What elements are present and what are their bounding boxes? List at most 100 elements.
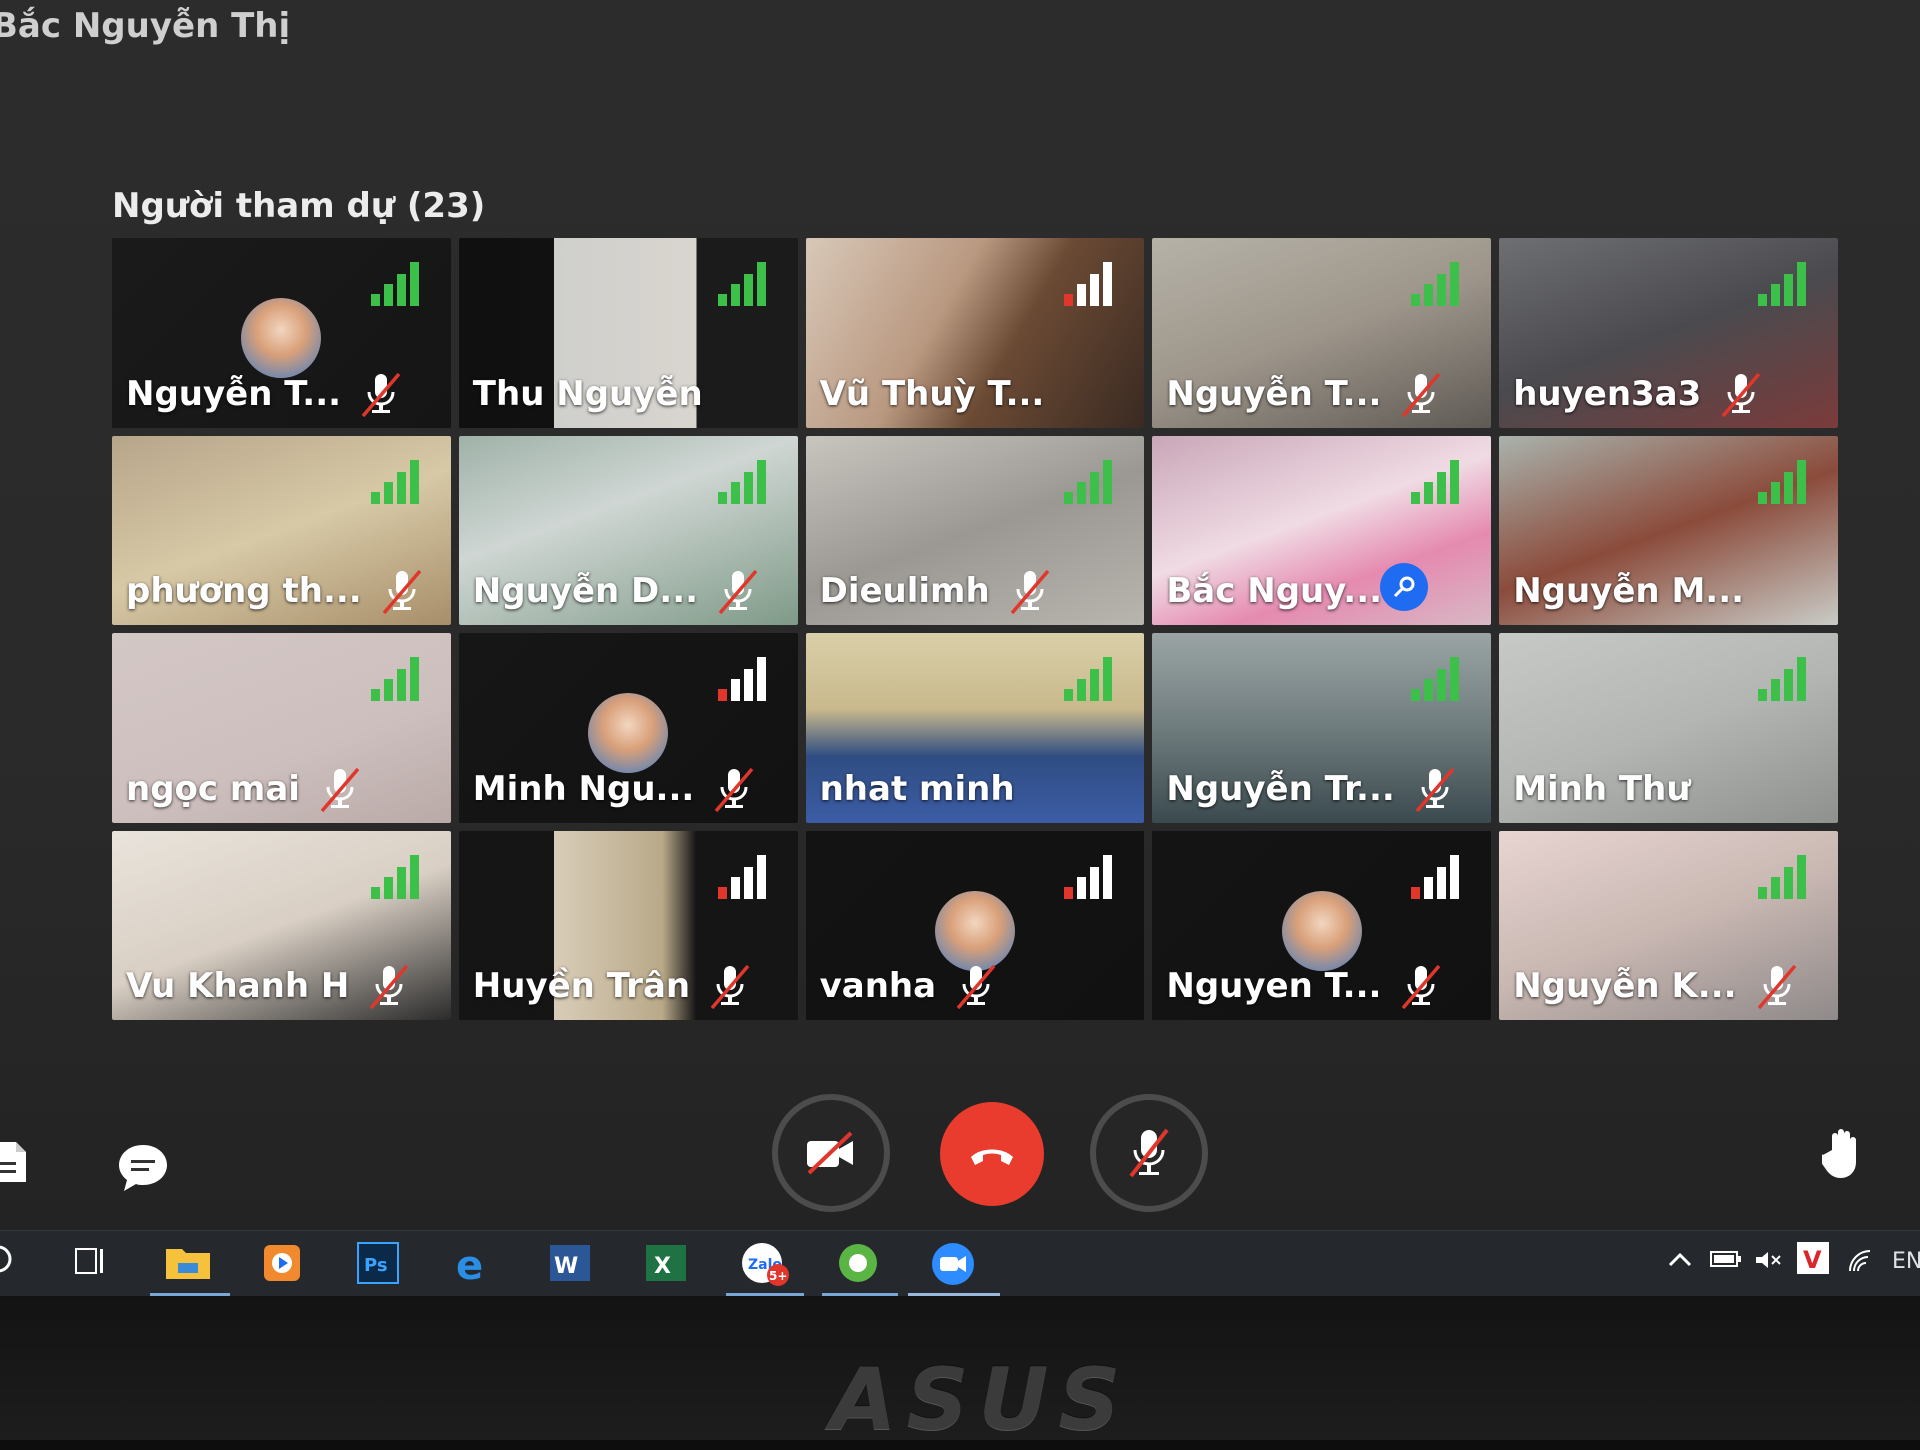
signal-strength-icon [1411, 657, 1460, 701]
zalo-badge: 5+ [769, 1269, 787, 1283]
raise-hand-icon[interactable] [1817, 1126, 1868, 1184]
media-player-icon[interactable] [260, 1241, 308, 1287]
window-title: Bắc Nguyễn Thị [0, 6, 291, 46]
participant-name: Thu Nguyễn [472, 373, 703, 414]
signal-strength-icon [370, 262, 419, 306]
search-icon[interactable] [0, 1241, 28, 1287]
coccoc-icon[interactable] [836, 1241, 884, 1287]
avatar [241, 298, 322, 378]
edge-icon[interactable]: e [452, 1241, 500, 1289]
participant-name: Minh Thư [1513, 768, 1691, 809]
participant-tile[interactable]: Nguyễn T... [1152, 238, 1492, 428]
avatar [588, 693, 669, 773]
participant-tile[interactable]: Nguyen T... [1152, 830, 1492, 1020]
participant-tile[interactable]: Vu Khanh H [112, 830, 451, 1020]
tray-chevron-icon[interactable] [1668, 1249, 1692, 1275]
signal-strength-icon [1757, 657, 1806, 701]
participant-name: vanha [819, 966, 937, 1006]
participant-tile[interactable]: Nguyễn K... [1499, 830, 1838, 1020]
signal-strength-icon [1064, 459, 1113, 504]
mic-off-icon [1129, 1128, 1169, 1178]
windows-taskbar: Ps e W X Zalo 5+ V EN [0, 1230, 1920, 1297]
participant-tile[interactable]: Vũ Thuỳ T... [805, 238, 1145, 428]
phone-hangup-icon [971, 1149, 1013, 1165]
participant-name: Nguyễn K... [1513, 966, 1737, 1006]
participant-name: Dieulimh [819, 571, 990, 611]
svg-text:V: V [1803, 1246, 1822, 1274]
participant-name: phương th... [126, 571, 362, 611]
signal-strength-icon [717, 657, 766, 701]
participant-tile[interactable]: Huyền Trân [458, 830, 798, 1020]
participant-name: nhat minh [819, 768, 1015, 809]
laptop-bezel: ASUS [0, 1296, 1920, 1450]
mic-muted-icon [382, 569, 422, 615]
photoshop-icon[interactable]: Ps [356, 1241, 404, 1287]
camera-toggle-button[interactable] [772, 1094, 890, 1212]
signal-strength-icon [370, 657, 419, 701]
signal-strength-icon [1064, 262, 1113, 306]
task-view-icon[interactable] [70, 1241, 118, 1287]
signal-strength-icon [1411, 854, 1460, 899]
signal-strength-icon [717, 459, 766, 504]
call-controls [0, 1090, 1920, 1220]
participant-tile[interactable]: Minh Ngu... [458, 633, 798, 823]
volume-muted-icon[interactable] [1754, 1249, 1782, 1277]
mic-muted-icon [320, 767, 360, 812]
signal-strength-icon [717, 262, 766, 306]
mic-muted-icon [1402, 964, 1441, 1010]
participant-tile[interactable]: Thu Nguyễn [458, 238, 798, 428]
participant-tile[interactable]: Bắc Nguy... [1152, 435, 1492, 625]
mic-muted-icon [714, 767, 754, 812]
word-icon[interactable]: W [548, 1241, 596, 1287]
wifi-icon[interactable] [1846, 1249, 1874, 1279]
svg-text:X: X [654, 1254, 671, 1279]
participant-tile[interactable]: phương th... [112, 435, 451, 625]
participant-tile[interactable]: Nguyễn T... [112, 238, 451, 428]
participant-tile[interactable]: ngọc mai [112, 633, 451, 823]
file-explorer-icon[interactable] [164, 1241, 212, 1287]
mic-muted-icon [1415, 767, 1455, 812]
battery-icon[interactable] [1710, 1249, 1742, 1275]
participant-tile[interactable]: huyen3a3 [1499, 238, 1838, 428]
participant-tile[interactable]: Minh Thư [1499, 633, 1838, 823]
participant-name: Minh Ngu... [472, 768, 695, 809]
participant-name: Vũ Thuỳ T... [819, 373, 1045, 414]
language-indicator[interactable]: EN [1892, 1249, 1920, 1274]
mic-muted-icon [370, 964, 409, 1010]
zoom-icon[interactable] [930, 1241, 978, 1287]
participant-tile[interactable]: Nguyễn Tr... [1152, 633, 1492, 823]
mic-toggle-button[interactable] [1090, 1094, 1208, 1212]
participant-tile[interactable]: nhat minh [805, 633, 1145, 823]
mic-muted-icon [1757, 964, 1796, 1010]
signal-strength-icon [717, 854, 766, 899]
unikey-icon[interactable]: V [1796, 1241, 1830, 1281]
participants-heading: Người tham dự (23) [112, 186, 486, 226]
camera-off-icon [807, 1131, 853, 1175]
end-call-button[interactable] [940, 1102, 1044, 1206]
mic-muted-icon [1721, 372, 1761, 417]
svg-text:Ps: Ps [364, 1255, 388, 1276]
zalo-icon[interactable]: Zalo 5+ [740, 1241, 789, 1287]
meeting-window: Bắc Nguyễn Thị Người tham dự (23) Nguyễn… [0, 0, 1920, 1230]
svg-text:e: e [456, 1243, 483, 1285]
chat-bubble-icon[interactable] [116, 1142, 170, 1198]
participant-name: Nguyễn M... [1513, 571, 1745, 611]
participant-tile[interactable]: Nguyễn D... [458, 435, 798, 625]
participant-grid: Nguyễn T... Thu Nguyễn Vũ Thuỳ T... Nguyễn … [112, 238, 1838, 1020]
participant-tile[interactable]: Nguyễn M... [1499, 435, 1838, 625]
avatar [934, 890, 1015, 971]
participant-tile[interactable]: vanha [805, 830, 1145, 1020]
svg-text:W: W [554, 1254, 578, 1279]
mic-muted-icon [718, 569, 758, 615]
mic-muted-icon [361, 372, 401, 417]
participant-tile[interactable]: Dieulimh [805, 435, 1145, 625]
signal-strength-icon [1064, 657, 1113, 701]
excel-icon[interactable]: X [644, 1241, 692, 1287]
participant-name: ngọc mai [126, 768, 300, 809]
brand-logo: ASUS [830, 1350, 1131, 1450]
signal-strength-icon [1064, 854, 1113, 899]
document-icon[interactable] [0, 1140, 28, 1188]
signal-strength-icon [370, 459, 419, 504]
participant-name: Vu Khanh H [126, 966, 350, 1006]
participant-name: Nguyễn Tr... [1166, 768, 1395, 809]
